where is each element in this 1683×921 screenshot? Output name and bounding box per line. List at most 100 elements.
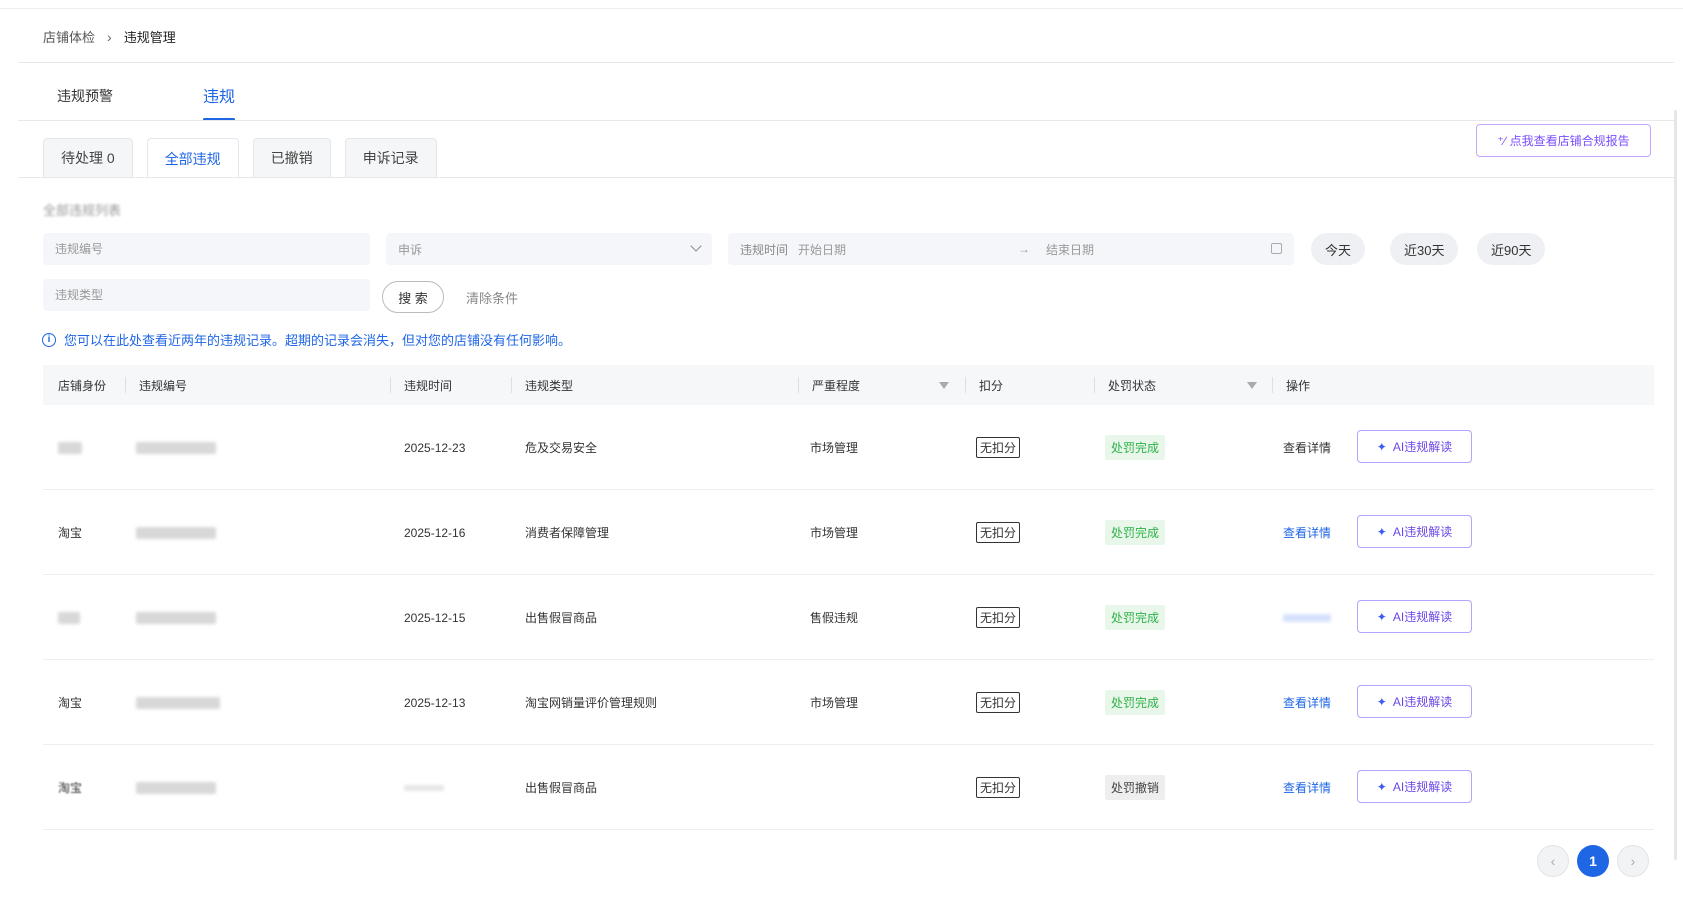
quick-90-days-button[interactable]: 近90天 (1477, 233, 1546, 265)
tab-violation[interactable]: 违规 (203, 83, 236, 121)
cell-status: 处罚撤销 (1105, 745, 1166, 830)
th-type: 违规类型 (511, 365, 573, 405)
main-tabs: 违规预警 违规 (57, 83, 236, 121)
th-actions: 操作 (1272, 365, 1310, 405)
appeal-select[interactable]: 申诉 (386, 233, 712, 265)
cell-status: 处罚完成 (1105, 660, 1166, 745)
breadcrumb-separator-icon: › (107, 28, 112, 45)
subtab-all-violations[interactable]: 全部违规 (146, 138, 239, 179)
status-badge: 处罚完成 (1105, 435, 1166, 460)
table-header: 店铺身份 违规编号 违规时间 违规类型 严重程度 扣分 处罚状态 操作 (43, 365, 1654, 405)
quick-30-days-button[interactable]: 近30天 (1390, 233, 1459, 265)
cell-severity: 市场管理 (810, 441, 859, 455)
th-severity: 严重程度 (798, 365, 860, 405)
cell-shop (58, 405, 82, 490)
subtab-revoked[interactable]: 已撤销 (252, 138, 331, 178)
cell-type: 危及交易安全 (525, 441, 598, 455)
cell-violation-no (136, 490, 216, 575)
vertical-scrollbar[interactable] (1674, 110, 1677, 860)
notice-text: 您可以在此处查看近两年的违规记录。超期的记录会消失，但对您的店铺没有任何影响。 (64, 333, 572, 348)
th-deduct: 扣分 (965, 365, 1003, 405)
cell-status: 处罚完成 (1105, 490, 1166, 575)
cell-type: 出售假冒商品 (525, 611, 598, 625)
cell-date: 2025-12-13 (404, 695, 466, 710)
search-button[interactable]: 搜 索 (382, 281, 444, 313)
cell-shop: 淘宝 (58, 696, 83, 710)
breadcrumb: 店铺体检 › 违规管理 (43, 27, 176, 46)
sparkle-icon: ✦ (1376, 439, 1387, 454)
chevron-down-icon (690, 240, 702, 252)
cell-severity: 市场管理 (810, 526, 859, 540)
status-filter-icon[interactable] (1247, 382, 1257, 389)
th-date: 违规时间 (390, 365, 452, 405)
sparkle-icon: ✦ (1376, 524, 1387, 539)
subtabs-divider (18, 177, 1674, 178)
th-violation-no: 违规编号 (125, 365, 187, 405)
view-detail-link[interactable] (1283, 575, 1331, 660)
cell-type: 淘宝网销量评价管理规则 (525, 696, 658, 710)
ai-interpret-button[interactable]: ✦ AI违规解读 (1357, 430, 1472, 463)
sparkle-icon: ✦ (1376, 609, 1387, 624)
cell-date (404, 745, 444, 830)
status-badge: 处罚撤销 (1105, 775, 1166, 800)
cell-deduct: 无扣分 (976, 405, 1021, 490)
page-1-button[interactable]: 1 (1577, 845, 1609, 877)
subtab-pending[interactable]: 待处理 0 (43, 138, 133, 178)
status-badge: 处罚完成 (1105, 690, 1166, 715)
severity-filter-icon[interactable] (939, 382, 949, 389)
cell-violation-no (136, 405, 216, 490)
breadcrumb-current: 违规管理 (123, 30, 176, 45)
cell-violation-no (136, 575, 216, 660)
ai-interpret-button[interactable]: ✦ AI违规解读 (1357, 600, 1472, 633)
cell-shop (58, 575, 80, 660)
prev-page-button[interactable]: ‹ (1537, 845, 1569, 877)
tabs-divider (18, 120, 1674, 121)
view-detail-link[interactable]: 查看详情 (1283, 405, 1331, 490)
cell-date: 2025-12-16 (404, 525, 466, 540)
notice-bar: i 您可以在此处查看近两年的违规记录。超期的记录会消失，但对您的店铺没有任何影响… (42, 330, 571, 349)
cell-type: 消费者保障管理 (525, 526, 610, 540)
table-row: 2025-12-23 危及交易安全 市场管理 无扣分 处罚完成 查看详情 ✦ AI… (43, 405, 1654, 490)
appeal-select-value: 申诉 (398, 242, 423, 257)
ai-interpret-button[interactable]: ✦ AI违规解读 (1357, 685, 1472, 718)
cell-deduct: 无扣分 (976, 575, 1021, 660)
quick-today-button[interactable]: 今天 (1311, 233, 1366, 265)
violation-type-field[interactable] (43, 279, 370, 311)
table-row: 2025-12-15 出售假冒商品 售假违规 无扣分 处罚完成 ✦ AI违规解读 (43, 575, 1654, 660)
cell-deduct: 无扣分 (976, 490, 1021, 575)
status-badge: 处罚完成 (1105, 520, 1166, 545)
clear-filters-button[interactable]: 清除条件 (466, 288, 518, 307)
view-detail-link[interactable]: 查看详情 (1283, 490, 1331, 575)
ai-interpret-button[interactable]: ✦ AI违规解读 (1357, 770, 1472, 803)
compliance-report-button[interactable]: ⁺∕ 点我查看店铺合规报告 (1476, 124, 1651, 157)
view-detail-link[interactable]: 查看详情 (1283, 660, 1331, 745)
cell-violation-no (136, 745, 216, 830)
cell-violation-no (136, 660, 220, 745)
view-detail-link[interactable]: 查看详情 (1283, 745, 1331, 830)
violation-no-input[interactable] (55, 242, 358, 256)
table-row: 淘宝 2025-12-16 消费者保障管理 市场管理 无扣分 处罚完成 查看详情… (43, 490, 1654, 575)
cell-shop: 淘宝 (58, 526, 83, 540)
cell-deduct: 无扣分 (976, 660, 1021, 745)
table-row: 淘宝 2025-12-13 淘宝网销量评价管理规则 市场管理 无扣分 处罚完成 … (43, 660, 1654, 745)
status-badge: 处罚完成 (1105, 605, 1166, 630)
date-range-picker[interactable]: 违规时间 开始日期 → 结束日期 (728, 233, 1294, 265)
next-page-button[interactable]: › (1617, 845, 1649, 877)
date-range-label: 违规时间 (740, 242, 789, 257)
th-status: 处罚状态 (1094, 365, 1156, 405)
info-icon: i (42, 332, 56, 347)
ai-interpret-button[interactable]: ✦ AI违规解读 (1357, 515, 1472, 548)
start-date-input[interactable]: 开始日期 (798, 241, 846, 258)
cell-type: 出售假冒商品 (525, 781, 598, 795)
cell-date: 2025-12-15 (404, 610, 466, 625)
tab-violation-warning[interactable]: 违规预警 (57, 86, 113, 121)
violation-no-field[interactable] (43, 233, 370, 265)
subtab-appeal-records[interactable]: 申诉记录 (344, 138, 437, 178)
sparkle-icon: ✦ (1376, 694, 1387, 709)
cell-deduct: 无扣分 (976, 745, 1021, 830)
th-shop: 店铺身份 (58, 378, 107, 393)
sub-tabs: 待处理 0 全部违规 已撤销 申诉记录 (43, 138, 451, 179)
violation-type-input[interactable] (55, 288, 358, 302)
breadcrumb-parent[interactable]: 店铺体检 (43, 27, 95, 46)
end-date-input[interactable]: 结束日期 (1046, 241, 1094, 258)
